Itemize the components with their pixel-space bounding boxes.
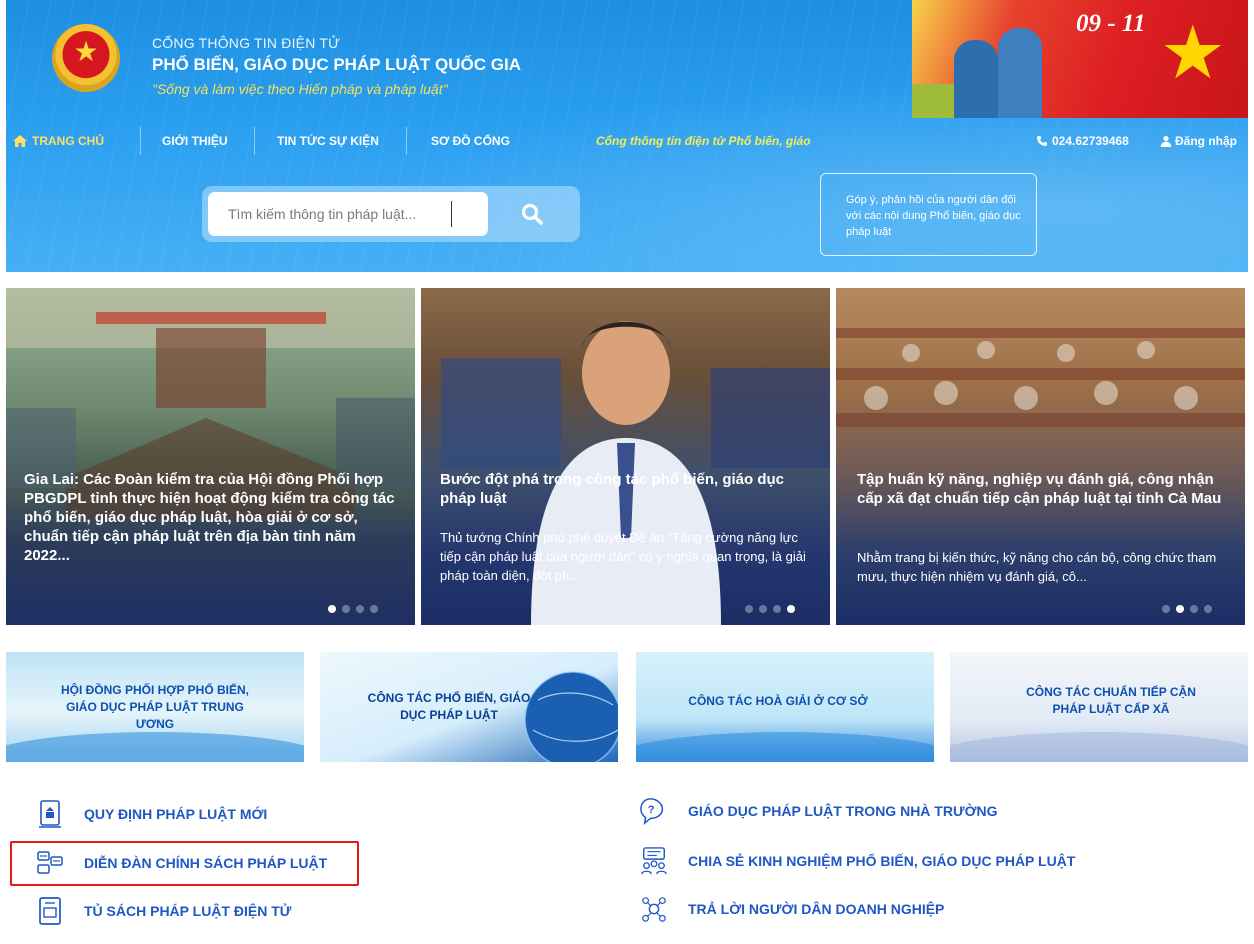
carousel-dot[interactable] xyxy=(1204,605,1212,613)
svg-text:?: ? xyxy=(648,804,655,816)
link-label: QUY ĐỊNH PHÁP LUẬT MỚI xyxy=(84,806,268,822)
link-legal-ebook-shelf[interactable]: TỦ SÁCH PHÁP LUẬT ĐIỆN TỬ xyxy=(36,895,291,927)
carousel-dot[interactable] xyxy=(773,605,781,613)
nav-item-label: TRANG CHỦ xyxy=(32,134,104,148)
carousel-dot[interactable] xyxy=(370,605,378,613)
link-answer-citizens-business[interactable]: TRẢ LỜI NGƯỜI DÂN DOANH NGHIỆP xyxy=(640,893,944,925)
network-users-icon xyxy=(640,893,668,925)
news-title[interactable]: Bước đột phá trong công tác phổ biến, gi… xyxy=(440,470,814,508)
nav-item-news[interactable]: TIN TỨC SỰ KIỆN xyxy=(277,121,379,161)
banner-wave-decoration xyxy=(950,732,1248,762)
nav-item-home[interactable]: TRANG CHỦ xyxy=(12,121,104,161)
text-caret xyxy=(451,201,452,227)
national-day-banner: ★ 09 - 11 xyxy=(912,0,1248,118)
link-school-legal-education[interactable]: ? GIÁO DỤC PHÁP LUẬT TRONG NHÀ TRƯỜNG xyxy=(640,795,998,827)
ebook-icon xyxy=(36,895,64,927)
carousel-dot[interactable] xyxy=(745,605,753,613)
main-navigation: TRANG CHỦ GIỚI THIỆU TIN TỨC SỰ KIỆN SƠ … xyxy=(6,121,1248,161)
category-legal-education[interactable]: CÔNG TÁC PHỔ BIẾN, GIÁO DỤC PHÁP LUẬT xyxy=(320,652,618,762)
nav-item-sitemap[interactable]: SƠ ĐỒ CỔNG xyxy=(431,121,510,161)
emblem-star-icon: ★ xyxy=(73,36,99,67)
carousel-dot[interactable] xyxy=(356,605,364,613)
hotline-number: 024.62739468 xyxy=(1052,134,1129,148)
carousel-dots xyxy=(745,605,795,615)
nav-divider xyxy=(406,127,407,155)
category-label: CÔNG TÁC CHUẨN TIẾP CẬN PHÁP LUẬT CẤP XÃ xyxy=(1026,685,1196,716)
news-title[interactable]: Tập huấn kỹ năng, nghiệp vụ đánh giá, cô… xyxy=(857,470,1229,508)
news-photo-meeting xyxy=(6,288,415,518)
national-emblem-logo[interactable]: ★ xyxy=(52,24,120,92)
page-root: ★ CỔNG THÔNG TIN ĐIỆN TỬ PHỔ BIẾN, GIÁO … xyxy=(0,0,1254,944)
news-card[interactable]: Gia Lai: Các Đoàn kiểm tra của Hội đồng … xyxy=(6,288,415,625)
highlight-frame xyxy=(10,841,359,886)
news-card[interactable]: Bước đột phá trong công tác phổ biến, gi… xyxy=(421,288,830,625)
question-chat-icon: ? xyxy=(640,795,668,827)
carousel-dot[interactable] xyxy=(1190,605,1198,613)
home-icon xyxy=(13,135,27,147)
search-button[interactable] xyxy=(490,192,574,236)
feedback-link[interactable]: Góp ý, phản hồi của người dân đối với cá… xyxy=(820,173,1037,256)
link-label: TỦ SÁCH PHÁP LUẬT ĐIỆN TỬ xyxy=(84,903,292,919)
carousel-dot[interactable] xyxy=(787,605,795,613)
banner-wave-decoration xyxy=(636,732,934,762)
search-input[interactable] xyxy=(208,192,488,236)
brand-title[interactable]: PHỔ BIẾN, GIÁO DỤC PHÁP LUẬT QUỐC GIA xyxy=(152,55,521,75)
banner-figure-right xyxy=(998,28,1042,118)
login-label: Đăng nhập xyxy=(1175,134,1237,148)
nav-divider xyxy=(254,127,255,155)
carousel-dot[interactable] xyxy=(328,605,336,613)
link-share-experience[interactable]: CHIA SẺ KINH NGHIỆM PHỔ BIẾN, GIÁO DỤC P… xyxy=(640,845,1075,877)
link-label: TRẢ LỜI NGƯỜI DÂN DOANH NGHIỆP xyxy=(688,901,945,917)
carousel-dot[interactable] xyxy=(759,605,767,613)
news-card[interactable]: Tập huấn kỹ năng, nghiệp vụ đánh giá, cô… xyxy=(836,288,1245,625)
carousel-dot[interactable] xyxy=(342,605,350,613)
user-icon xyxy=(1160,135,1172,147)
carousel-dots xyxy=(1162,605,1212,615)
scrolling-marquee: Cổng thông tin điện tử Phổ biến, giáo xyxy=(596,134,811,148)
link-new-regulations[interactable]: QUY ĐỊNH PHÁP LUẬT MỚI xyxy=(36,798,267,830)
category-commune-legal-access[interactable]: CÔNG TÁC CHUẨN TIẾP CẬN PHÁP LUẬT CẤP XÃ xyxy=(950,652,1248,762)
nav-divider xyxy=(140,127,141,155)
banner-figure-left xyxy=(954,40,998,118)
carousel-dots xyxy=(328,605,378,615)
flag-star-icon: ★ xyxy=(1159,11,1226,94)
news-summary: Nhằm trang bị kiến thức, kỹ năng cho cán… xyxy=(857,550,1217,584)
category-central-council[interactable]: HỘI ĐỒNG PHỐI HỢP PHỔ BIẾN, GIÁO DỤC PHÁ… xyxy=(6,652,304,762)
phone-icon xyxy=(1037,136,1047,146)
category-label: CÔNG TÁC HOÀ GIẢI Ở CƠ SỞ xyxy=(688,693,868,708)
share-group-icon xyxy=(640,845,668,877)
law-book-icon xyxy=(36,798,64,830)
carousel-dot[interactable] xyxy=(1162,605,1170,613)
link-label: CHIA SẺ KINH NGHIỆM PHỔ BIẾN, GIÁO DỤC P… xyxy=(688,853,1076,869)
banner-date: 09 - 11 xyxy=(1076,10,1146,37)
hotline[interactable]: 024.62739468 xyxy=(1036,121,1129,161)
category-label: CÔNG TÁC PHỔ BIẾN, GIÁO DỤC PHÁP LUẬT xyxy=(367,691,531,722)
link-label: GIÁO DỤC PHÁP LUẬT TRONG NHÀ TRƯỜNG xyxy=(688,803,998,819)
brand-subtitle: CỔNG THÔNG TIN ĐIỆN TỬ xyxy=(152,35,341,51)
brand-slogan: "Sống và làm việc theo Hiến pháp và pháp… xyxy=(152,81,448,97)
carousel-dot[interactable] xyxy=(1176,605,1184,613)
banner-wave-decoration xyxy=(6,732,304,762)
category-grassroots-mediation[interactable]: CÔNG TÁC HOÀ GIẢI Ở CƠ SỞ xyxy=(636,652,934,762)
category-label: HỘI ĐỒNG PHỐI HỢP PHỔ BIẾN, GIÁO DỤC PHÁ… xyxy=(60,682,250,731)
site-header: ★ CỔNG THÔNG TIN ĐIỆN TỬ PHỔ BIẾN, GIÁO … xyxy=(6,0,1248,272)
news-summary: Thủ tướng Chính phủ phê duyệt Đề án "Tăn… xyxy=(440,530,806,583)
search-bar xyxy=(202,186,580,242)
login-link[interactable]: Đăng nhập xyxy=(1160,121,1237,161)
news-title[interactable]: Gia Lai: Các Đoàn kiểm tra của Hội đồng … xyxy=(24,470,399,565)
search-icon xyxy=(521,203,543,225)
nav-item-about[interactable]: GIỚI THIỆU xyxy=(162,121,228,161)
